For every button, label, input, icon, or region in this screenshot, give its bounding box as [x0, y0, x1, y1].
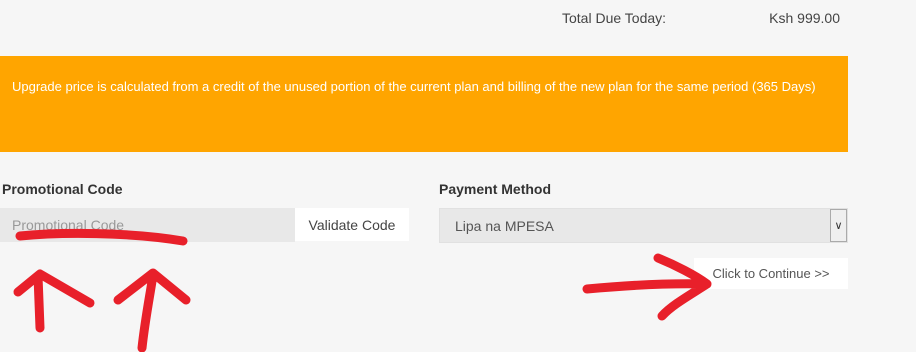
payment-method-select[interactable]: Lipa na MPESA ∨ [439, 208, 848, 243]
total-due-label: Total Due Today: [562, 10, 667, 26]
payment-method-label: Payment Method [439, 181, 552, 197]
red-marker-annotations [13, 228, 712, 352]
upgrade-notice-text: Upgrade price is calculated from a credi… [12, 79, 816, 94]
total-due-value: Ksh 999.00 [769, 10, 840, 26]
right-arrow-icon [582, 253, 712, 321]
chevron-down-icon[interactable]: ∨ [830, 209, 847, 242]
up-arrow-left-icon [13, 269, 95, 333]
up-arrow-right-icon [113, 268, 191, 352]
total-due-row: Total Due Today: Ksh 999.00 [0, 0, 848, 36]
validate-code-button[interactable]: Validate Code [295, 208, 409, 241]
continue-button[interactable]: Click to Continue >> [694, 258, 848, 289]
promo-code-input[interactable] [0, 208, 295, 242]
payment-method-selected: Lipa na MPESA [455, 218, 554, 234]
upgrade-notice: Upgrade price is calculated from a credi… [0, 56, 848, 152]
checkout-page: Total Due Today: Ksh 999.00 Upgrade pric… [0, 0, 916, 352]
promo-code-label: Promotional Code [2, 181, 123, 197]
